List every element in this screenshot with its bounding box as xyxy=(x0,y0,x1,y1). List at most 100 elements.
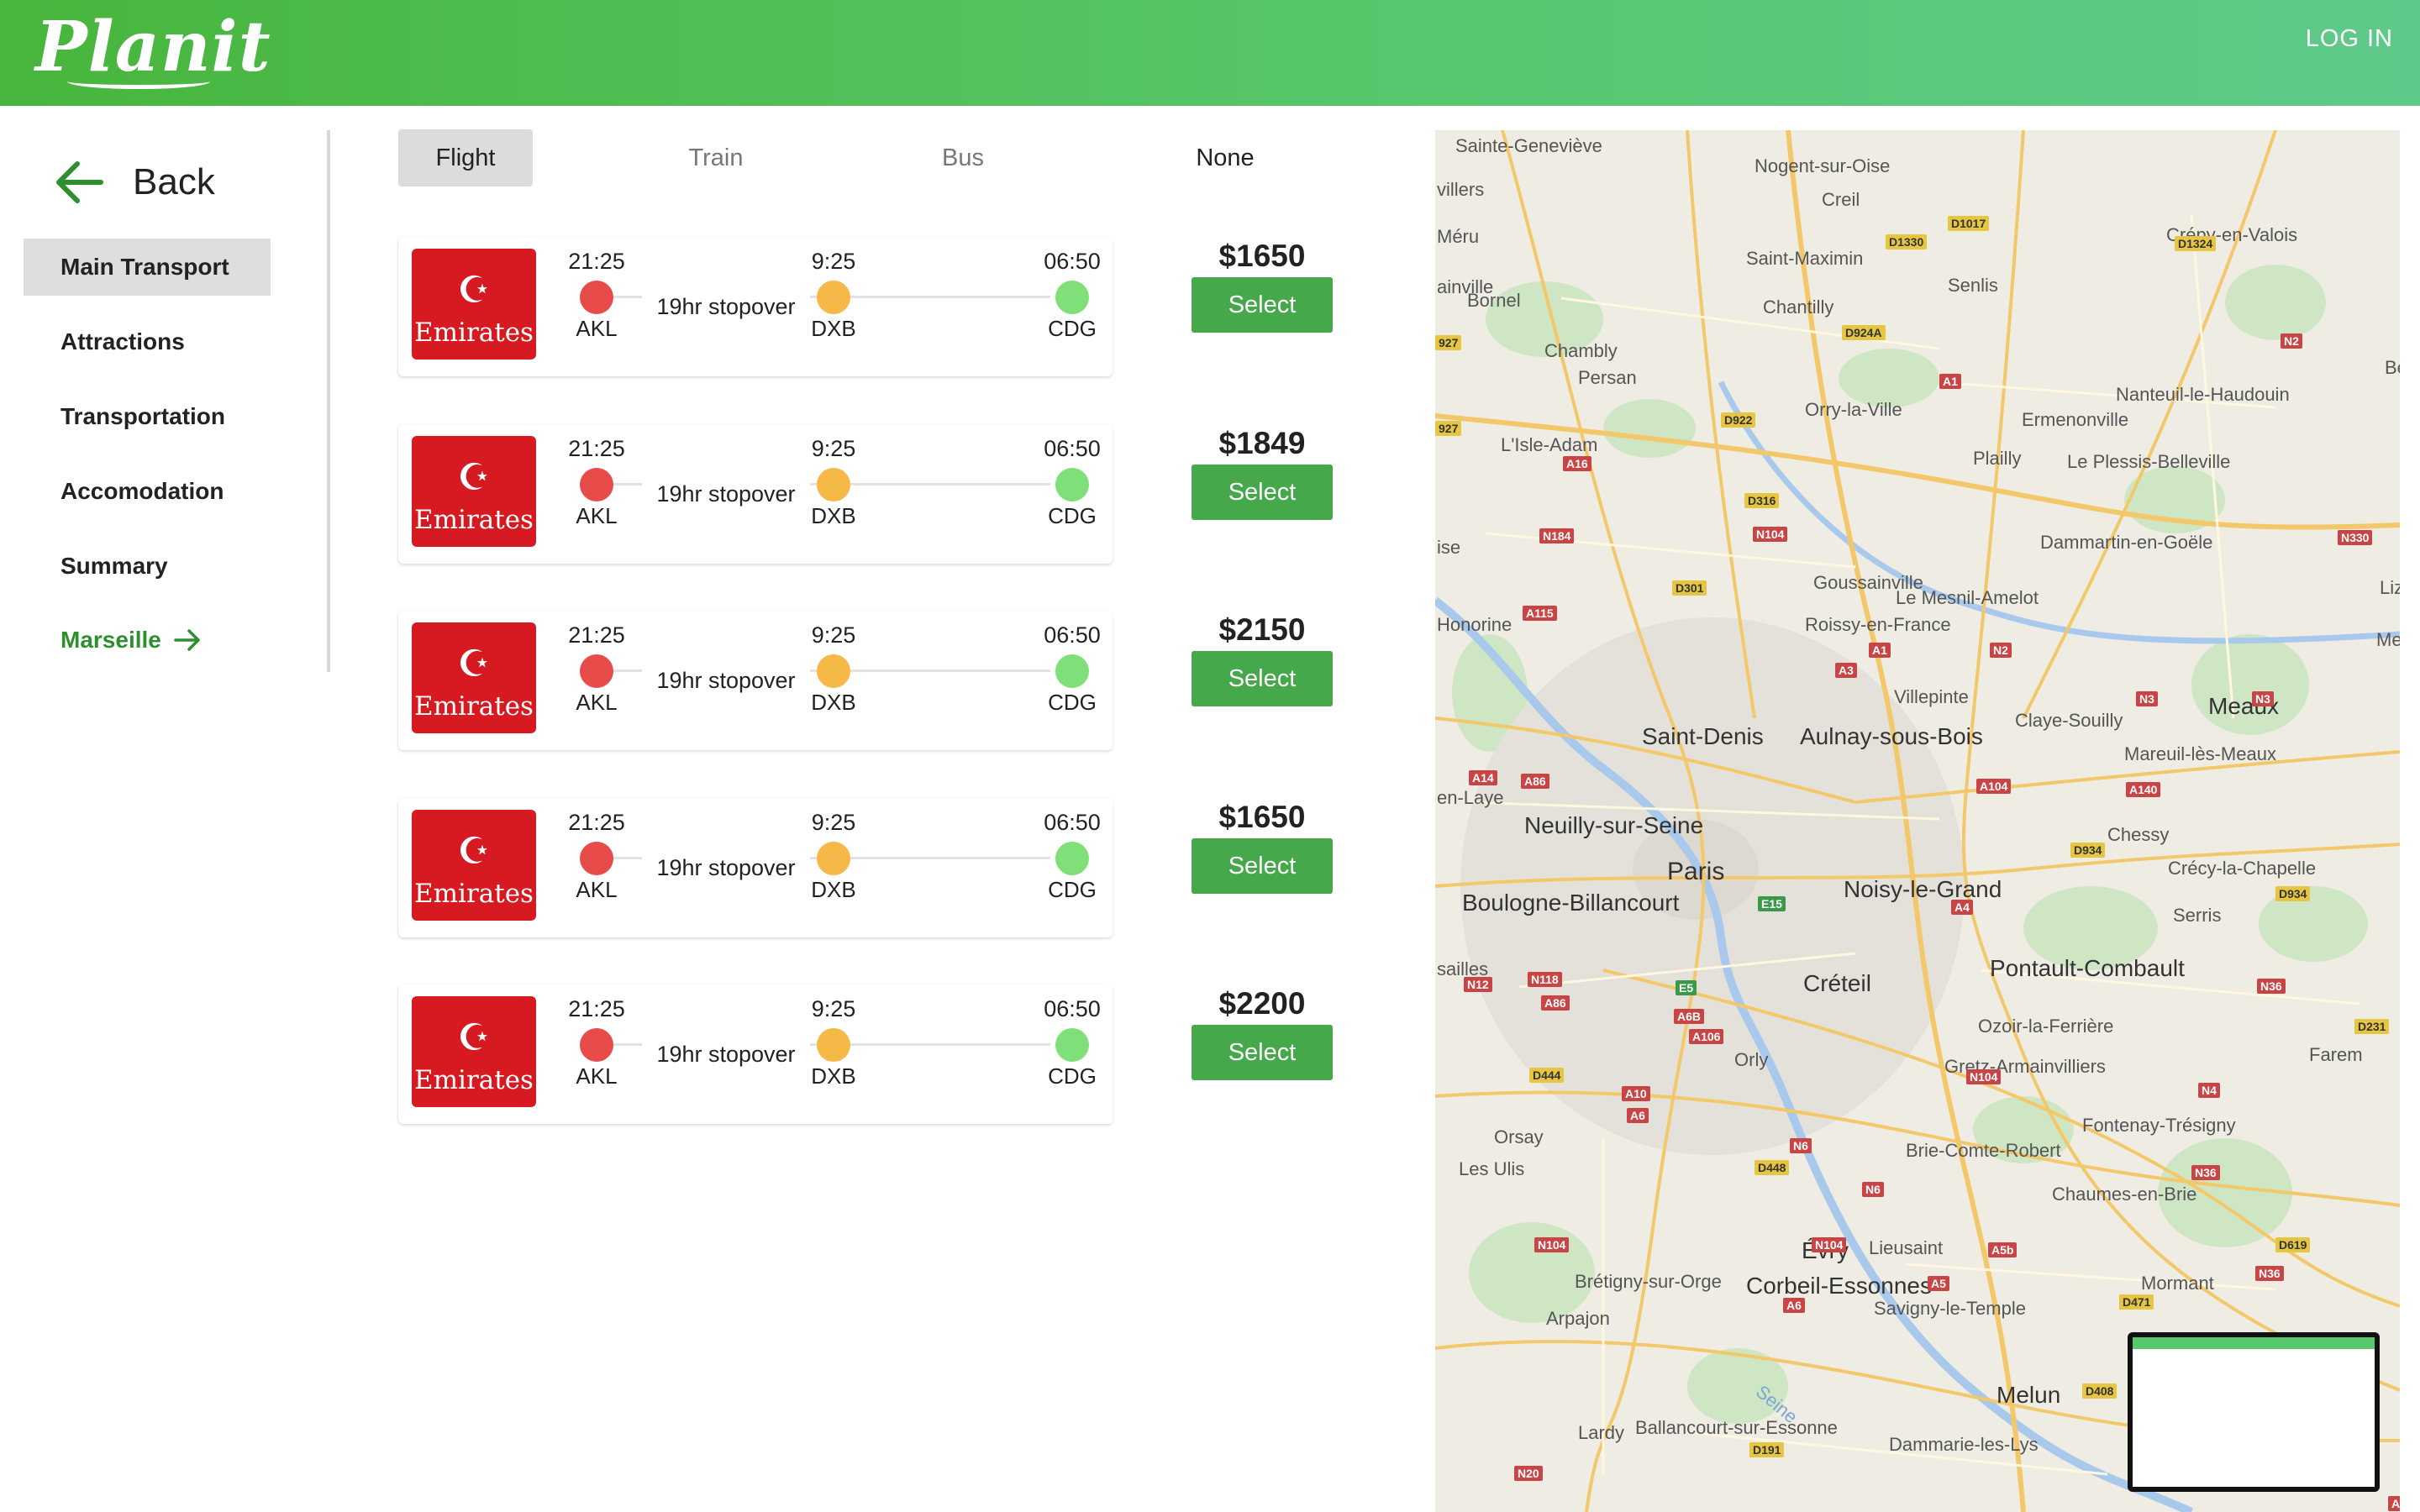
map-road-badge: D444 xyxy=(1529,1068,1565,1083)
select-flight-button[interactable]: Select xyxy=(1192,465,1333,520)
arrival-code: CDG xyxy=(1048,1063,1097,1089)
nav-item-transportation[interactable]: Transportation xyxy=(24,388,271,445)
departure-code: AKL xyxy=(576,877,618,902)
tab-flight[interactable]: Flight xyxy=(398,129,533,186)
stopover-dot xyxy=(817,468,850,501)
map-road-badge: N12 xyxy=(1464,977,1492,992)
map-place-label: Betz xyxy=(2385,357,2400,378)
stopover-dot xyxy=(817,281,850,314)
map-place-label: Lieusaint xyxy=(1869,1237,1944,1258)
map-road-badge: A86 xyxy=(1541,995,1570,1011)
stopover-time: 9:25 xyxy=(811,810,856,835)
stopover-time: 9:25 xyxy=(811,249,856,274)
back-button[interactable]: Back xyxy=(52,156,215,208)
map-place-label: Chessy xyxy=(2107,824,2170,845)
map-park xyxy=(1603,399,1696,458)
logo-swoosh xyxy=(67,74,210,89)
map-place-label: Saint-Denis xyxy=(1642,723,1764,749)
emirates-emblem-icon: ☪ xyxy=(457,830,491,873)
map-road-badge: D301 xyxy=(1672,580,1707,596)
stopover-dot xyxy=(817,1028,850,1062)
map-road-badge: N184 xyxy=(1539,528,1575,543)
map-place-label: Arpajon xyxy=(1546,1308,1610,1329)
arrival-time: 06:50 xyxy=(1044,249,1101,274)
map-road-badge: D922 xyxy=(1721,412,1756,428)
map[interactable]: Sainte-Geneviève Nogent-sur-Oise Creil Crép… xyxy=(1435,130,2400,1512)
map-road-badge: A14 xyxy=(1469,770,1497,785)
arrival-code: CDG xyxy=(1048,316,1097,341)
map-road-badge: A1 xyxy=(1869,643,1891,658)
airline-name: Emirates xyxy=(414,1065,534,1095)
map-place-label: Orsay xyxy=(1494,1126,1544,1147)
select-flight-button[interactable]: Select xyxy=(1192,651,1333,706)
departure-time: 21:25 xyxy=(568,622,625,648)
airline-name: Emirates xyxy=(414,691,534,722)
map-place-label: Ermenonville xyxy=(2022,409,2129,430)
select-flight-button[interactable]: Select xyxy=(1192,1025,1333,1080)
tab-bus[interactable]: Bus xyxy=(896,129,1030,186)
departure-code: AKL xyxy=(576,503,618,528)
map-road-badge: E15 xyxy=(1758,896,1786,911)
destination-label: Marseille xyxy=(60,627,161,653)
stopover-code: DXB xyxy=(811,1063,856,1089)
map-place-label: Le Plessis-Belleville xyxy=(2067,451,2231,472)
map-minor-road xyxy=(1560,297,1940,350)
map-road-badge: N3 xyxy=(2252,691,2274,706)
back-label: Back xyxy=(133,161,215,202)
map-place-label: villers xyxy=(1437,179,1485,200)
map-road-badge: A115 xyxy=(1523,606,1557,621)
map-place-label: Nogent-sur-Oise xyxy=(1754,155,1891,176)
map-road-badge: D1017 xyxy=(1948,216,1990,231)
map-place-label: Saint-Maximin xyxy=(1746,248,1864,269)
map-place-label: Neuilly-sur-Seine xyxy=(1524,812,1704,838)
map-road-badge: D1324 xyxy=(2175,236,2217,251)
map-road-badge: A6B xyxy=(1674,1009,1705,1024)
nav-item-accomodation[interactable]: Accomodation xyxy=(24,463,271,520)
tab-none[interactable]: None xyxy=(1158,129,1292,186)
map-place-label: Claye-Souilly xyxy=(2015,710,2123,731)
map-road-badge: D471 xyxy=(2119,1294,2154,1310)
map-road-badge: E5 xyxy=(1676,980,1697,995)
select-flight-button[interactable]: Select xyxy=(1192,277,1333,333)
map-place-label: Savigny-le-Temple xyxy=(1874,1298,2026,1319)
map-place-label: Roissy-en-France xyxy=(1805,614,1951,635)
stopover-code: DXB xyxy=(811,503,856,528)
map-place-label: Persan xyxy=(1578,367,1637,388)
nav-item-summary[interactable]: Summary xyxy=(24,538,271,595)
emirates-logo: ☪ Emirates xyxy=(412,436,536,547)
stopover-duration: 19hr stopover xyxy=(642,855,810,881)
map-thumbnail-preview xyxy=(2128,1332,2380,1492)
map-road-badge: A5b xyxy=(1988,1242,2018,1257)
arrival-code: CDG xyxy=(1048,503,1097,528)
nav-item-attractions[interactable]: Attractions xyxy=(24,313,271,370)
map-place-label: Créteil xyxy=(1803,970,1871,996)
login-button[interactable]: LOG IN xyxy=(2306,25,2393,53)
stopover-dot xyxy=(817,654,850,688)
map-place-label: Corbeil-Essonnes xyxy=(1746,1273,1932,1299)
flight-price: $1650 xyxy=(1218,239,1306,273)
flight-card: ☪ Emirates 21:25 9:25 06:50 19hr stopover AKL D… xyxy=(398,611,1113,750)
nav-next-destination[interactable]: Marseille xyxy=(24,612,271,669)
map-road-badge: A5 xyxy=(1928,1276,1949,1291)
arrival-dot xyxy=(1055,1028,1089,1062)
arrival-time: 06:50 xyxy=(1044,436,1101,461)
arrival-time: 06:50 xyxy=(1044,622,1101,648)
stopover-time: 9:25 xyxy=(811,996,856,1021)
nav-item-main-transport[interactable]: Main Transport xyxy=(24,239,271,296)
tab-train[interactable]: Train xyxy=(649,129,783,186)
departure-code: AKL xyxy=(576,690,618,715)
departure-dot xyxy=(580,842,613,875)
emirates-logo: ☪ Emirates xyxy=(412,810,536,921)
airline-name: Emirates xyxy=(414,879,534,909)
stopover-code: DXB xyxy=(811,690,856,715)
sidebar-divider xyxy=(327,130,330,672)
select-flight-button[interactable]: Select xyxy=(1192,838,1333,894)
map-place-label: Farem xyxy=(2309,1044,2363,1065)
arrival-time: 06:50 xyxy=(1044,996,1101,1021)
map-place-label: Crécy-la-Chapelle xyxy=(2168,858,2317,879)
arrival-code: CDG xyxy=(1048,877,1097,902)
arrival-dot xyxy=(1055,468,1089,501)
map-place-label: Brie-Comte-Robert xyxy=(1906,1140,2061,1161)
map-place-label: Sainte-Geneviève xyxy=(1455,135,1602,156)
stopover-dot xyxy=(817,842,850,875)
